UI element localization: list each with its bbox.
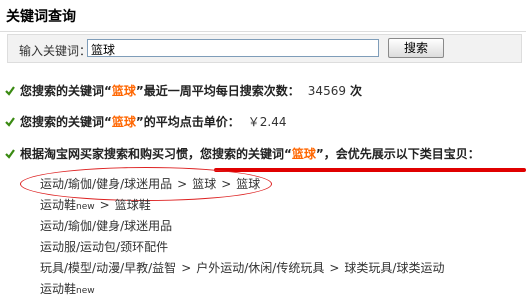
stat-text: ”的平均点击单价： [135,115,240,129]
search-button[interactable]: 搜索 [388,38,444,58]
stat-row-category-intro: 根据淘宝网买家搜索和购买习惯，您搜索的关键词“篮球”，会优先展示以下类目宝贝： [5,145,480,162]
breadcrumb-separator: > [329,261,340,275]
search-input[interactable]: 篮球 [87,39,379,57]
annotation-underline [214,168,526,172]
category-link[interactable]: 运动鞋 [40,282,76,296]
category-link[interactable]: 篮球 [192,177,216,191]
stat-text: 您搜索的关键词“ [20,115,112,129]
divider [0,31,526,32]
avg-click-price: ￥2.44 [247,115,287,129]
category-path[interactable]: 运动/瑜伽/健身/球迷用品 > 篮球 > 篮球 [40,175,260,192]
breadcrumb-separator: > [181,261,192,275]
breadcrumb-separator: > [221,177,232,191]
category-path[interactable]: 运动鞋new > 篮球鞋 [40,196,151,213]
page-title: 关键词查询 [6,9,76,25]
stat-text: 您搜索的关键词“ [200,147,292,161]
stat-text: 根据淘宝网买家搜索和购买习惯， [20,147,201,161]
breadcrumb-separator: > [99,198,110,212]
count-unit: 次 [349,84,362,98]
stat-row-daily-searches: 您搜索的关键词“篮球”最近一周平均每日搜索次数： 34569 次 [5,82,362,99]
new-badge: new [76,286,95,296]
category-link[interactable]: 篮球 [236,177,260,191]
category-link[interactable]: 运动/瑜伽/健身/球迷用品 [40,219,172,233]
breadcrumb-separator: > [177,177,188,191]
stat-row-avg-cpc: 您搜索的关键词“篮球”的平均点击单价： ￥2.44 [5,113,287,130]
daily-search-count: 34569 [307,84,346,98]
category-link[interactable]: 运动鞋 [40,198,76,212]
search-bar: 输入关键词： 篮球 搜索 [7,34,522,63]
keyword-highlight: 篮球 [291,147,316,161]
category-link[interactable]: 户外运动/休闲/传统玩具 [196,261,324,275]
check-arrow-icon [5,86,15,96]
keyword-highlight: 篮球 [111,84,136,98]
check-arrow-icon [5,149,15,159]
category-path[interactable]: 运动鞋new [40,280,95,297]
new-badge: new [76,202,95,212]
category-path[interactable]: 运动/瑜伽/健身/球迷用品 [40,217,172,234]
category-link[interactable]: 运动服/运动包/颈环配件 [40,240,168,254]
category-path[interactable]: 玩具/模型/动漫/早教/益智 > 户外运动/休闲/传统玩具 > 球类玩具/球类运动 [40,259,444,276]
check-arrow-icon [5,117,15,127]
stat-text: ”最近一周平均每日搜索次数： [135,84,300,98]
category-link[interactable]: 球类玩具/球类运动 [344,261,444,275]
stat-text: ”，会优先展示以下类目宝贝： [315,147,480,161]
category-path[interactable]: 运动服/运动包/颈环配件 [40,238,168,255]
category-link[interactable]: 运动/瑜伽/健身/球迷用品 [40,177,172,191]
category-link[interactable]: 玩具/模型/动漫/早教/益智 [40,261,176,275]
stat-text: 您搜索的关键词“ [20,84,112,98]
category-link[interactable]: 篮球鞋 [115,198,151,212]
search-label: 输入关键词： [19,44,92,58]
keyword-highlight: 篮球 [111,115,136,129]
